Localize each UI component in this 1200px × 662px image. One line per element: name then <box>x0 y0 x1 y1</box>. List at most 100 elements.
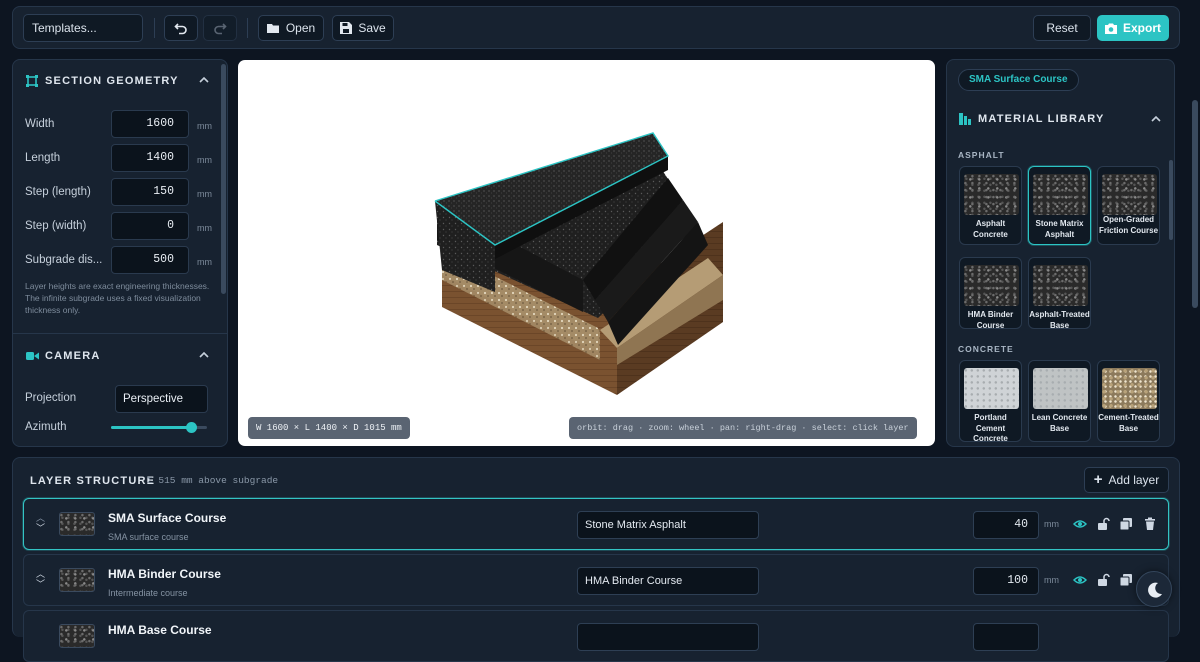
pavement-model[interactable] <box>238 60 935 446</box>
width-label: Width <box>25 118 55 130</box>
eye-icon[interactable] <box>1073 517 1087 531</box>
layer-row-hma-base[interactable]: HMA Base Course <box>23 610 1169 662</box>
camera-icon <box>1104 23 1117 34</box>
layer-row-sma-surface[interactable]: ︿ ﹀ SMA Surface Course SMA surface course… <box>23 498 1169 550</box>
layer-thickness-input[interactable]: 40 <box>973 511 1039 539</box>
azimuth-fill <box>111 426 191 429</box>
trash-icon[interactable] <box>1143 517 1157 531</box>
left-scrollbar[interactable] <box>221 64 226 294</box>
projection-select[interactable]: Perspective <box>115 385 208 413</box>
step-width-label: Step (width) <box>25 220 87 232</box>
chevron-up-icon[interactable] <box>1151 115 1161 123</box>
length-label: Length <box>25 152 61 164</box>
material-card-asphalt-concrete[interactable]: Asphalt Concrete <box>959 166 1022 245</box>
unlock-icon[interactable] <box>1096 517 1110 531</box>
move-down-icon[interactable]: ﹀ <box>36 523 45 533</box>
material-card-lean-concrete-base[interactable]: Lean Concrete Base <box>1028 360 1091 442</box>
layer-material-select[interactable]: Stone Matrix Asphalt <box>577 511 759 539</box>
chevron-up-icon[interactable] <box>199 351 209 359</box>
material-name: HMA Binder Course <box>967 310 1014 330</box>
material-swatch <box>964 174 1019 215</box>
layer-description: SMA surface course <box>108 532 189 542</box>
azimuth-slider[interactable] <box>111 422 207 433</box>
camera-title: CAMERA <box>45 350 101 362</box>
material-swatch <box>1102 174 1157 215</box>
material-card-asphalt-treated-base[interactable]: Asphalt-Treated Base <box>1028 257 1091 330</box>
step-width-input[interactable]: 0 <box>111 212 189 240</box>
step-length-unit: mm <box>197 189 212 199</box>
save-button[interactable]: Save <box>332 15 394 41</box>
export-button[interactable]: Export <box>1097 15 1169 41</box>
open-button[interactable]: Open <box>258 15 324 41</box>
eye-icon[interactable] <box>1073 573 1087 587</box>
duplicate-icon[interactable] <box>1119 573 1133 587</box>
material-swatch <box>1102 368 1157 409</box>
layer-name: HMA Binder Course <box>108 567 221 581</box>
library-icon <box>959 113 971 125</box>
material-library-title: MATERIAL LIBRARY <box>978 113 1105 125</box>
chevron-up-icon[interactable] <box>199 76 209 84</box>
material-swatch <box>1033 265 1088 306</box>
step-width-unit: mm <box>197 223 212 233</box>
3d-viewport[interactable]: W 1600 × L 1400 × D 1015 mm orbit: drag … <box>238 60 935 446</box>
undo-icon <box>174 23 187 35</box>
material-card-hma-binder-course[interactable]: HMA Binder Course <box>959 257 1022 330</box>
move-up-icon[interactable]: ︿ <box>36 569 45 579</box>
reorder-arrows[interactable]: ︿ ﹀ <box>36 569 45 589</box>
subgrade-label: Subgrade dis... <box>25 254 103 266</box>
duplicate-icon[interactable] <box>1119 517 1133 531</box>
layer-name: SMA Surface Course <box>108 511 227 525</box>
layer-thickness-input[interactable]: 100 <box>973 567 1039 595</box>
length-input[interactable]: 1400 <box>111 144 189 172</box>
step-length-label: Step (length) <box>25 186 91 198</box>
material-name: Lean Concrete Base <box>1031 413 1088 433</box>
layer-material-select[interactable] <box>577 623 759 651</box>
material-name: Stone Matrix Asphalt <box>1035 219 1084 239</box>
material-card-portland-cement-concrete[interactable]: Portland Cement Concrete <box>959 360 1022 443</box>
reset-button[interactable]: Reset <box>1033 15 1091 41</box>
step-length-input[interactable]: 150 <box>111 178 189 206</box>
reorder-arrows[interactable]: ︿ ﹀ <box>36 513 45 533</box>
add-layer-label: Add layer <box>1108 473 1160 487</box>
unlock-icon[interactable] <box>1096 573 1110 587</box>
azimuth-thumb[interactable] <box>185 422 197 433</box>
move-up-icon[interactable]: ︿ <box>36 513 45 523</box>
moon-icon <box>1148 582 1162 598</box>
video-camera-icon <box>26 352 39 360</box>
layer-thumbnail <box>59 568 95 592</box>
layer-material-select[interactable]: HMA Binder Course <box>577 567 759 595</box>
folder-icon <box>266 23 279 33</box>
layer-summary: Σ 515 mm above subgrade <box>147 475 279 486</box>
material-name: Asphalt-Treated Base <box>1029 310 1090 330</box>
export-label: Export <box>1122 21 1161 35</box>
move-down-icon[interactable]: ﹀ <box>36 579 45 589</box>
material-swatch <box>1033 174 1088 215</box>
thickness-unit: mm <box>1044 575 1059 585</box>
material-card-cement-treated-base[interactable]: Cement-Treated Base <box>1097 360 1160 442</box>
layer-row-hma-binder[interactable]: ︿ ﹀ HMA Binder Course Intermediate course… <box>23 554 1169 606</box>
templates-select[interactable]: Templates... <box>23 14 143 42</box>
page-scrollbar[interactable] <box>1192 100 1198 308</box>
material-swatch <box>964 368 1019 409</box>
library-scrollbar[interactable] <box>1169 160 1173 240</box>
material-card-open-graded-friction-course[interactable]: Open-Graded Friction Course <box>1097 166 1160 245</box>
dimension-readout: W 1600 × L 1400 × D 1015 mm <box>248 417 410 439</box>
open-label: Open <box>285 21 316 35</box>
width-input[interactable]: 1600 <box>111 110 189 138</box>
material-card-stone-matrix-asphalt[interactable]: Stone Matrix Asphalt <box>1028 166 1091 245</box>
azimuth-label: Azimuth <box>25 421 67 433</box>
layer-structure-title: LAYER STRUCTURE <box>30 475 156 487</box>
undo-button[interactable] <box>164 15 198 41</box>
redo-button[interactable] <box>203 15 237 41</box>
material-name: Asphalt Concrete <box>973 219 1008 239</box>
layer-thickness-input[interactable] <box>973 623 1039 651</box>
subgrade-unit: mm <box>197 257 212 267</box>
thickness-unit: mm <box>1044 519 1059 529</box>
add-layer-button[interactable]: + Add layer <box>1084 467 1169 493</box>
left-panel: SECTION GEOMETRY Width 1600 mm Length 14… <box>12 59 228 447</box>
theme-toggle-button[interactable] <box>1136 571 1172 607</box>
top-toolbar: Templates... Open Save Reset Export <box>12 6 1180 49</box>
subgrade-input[interactable]: 500 <box>111 246 189 274</box>
section-geometry-title: SECTION GEOMETRY <box>45 75 179 87</box>
floppy-icon <box>340 22 353 34</box>
